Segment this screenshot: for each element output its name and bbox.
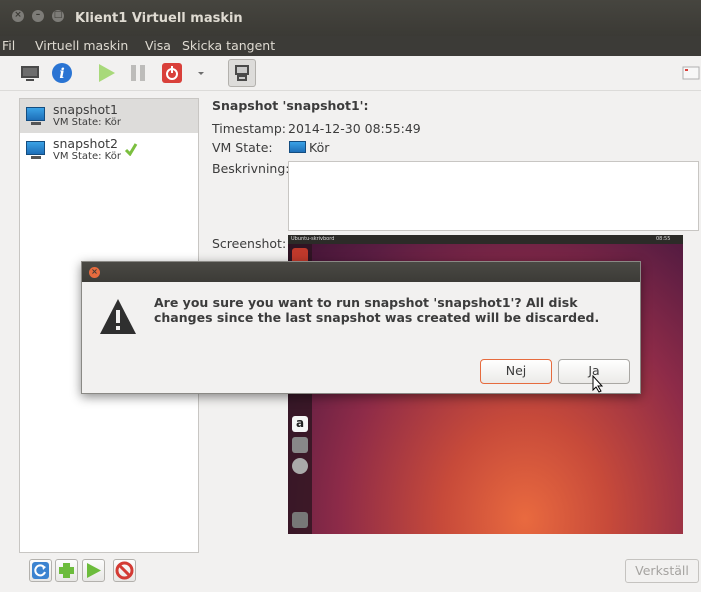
close-icon[interactable]: × — [89, 267, 100, 278]
vm-state-value: Kör — [309, 140, 330, 155]
vm-monitor-icon — [26, 141, 45, 159]
chevron-down-icon[interactable] — [196, 61, 206, 85]
vm-monitor-icon — [26, 107, 45, 125]
timestamp-label: Timestamp: — [212, 121, 286, 136]
screenshot-topbar: Ubuntu-skrivbord 08:55 — [288, 235, 683, 244]
svg-text:i: i — [59, 66, 64, 82]
maximize-window-icon[interactable]: □ — [52, 10, 64, 22]
timestamp-value: 2014-12-30 08:55:49 — [288, 121, 421, 136]
snapshot-name: snapshot1 — [53, 102, 118, 117]
info-icon[interactable]: i — [50, 61, 74, 85]
power-icon[interactable] — [160, 61, 184, 85]
no-button[interactable]: Nej — [480, 359, 552, 384]
menu-skicka-tangent[interactable]: Skicka tangent — [182, 38, 275, 53]
description-label: Beskrivning: — [212, 161, 290, 176]
amazon-icon: a — [292, 416, 308, 432]
list-item[interactable]: snapshot1 VM State: Kör — [20, 99, 198, 133]
pause-icon[interactable] — [126, 61, 150, 85]
bottom-toolbar: Verkställ — [0, 553, 701, 592]
window-title: Klient1 Virtuell maskin — [75, 11, 243, 26]
menu-bar: Fil Virtuell maskin Visa Skicka tangent — [0, 36, 701, 56]
confirm-dialog: × Are you sure you want to run snapshot … — [81, 261, 641, 394]
play-icon[interactable] — [94, 61, 118, 85]
dialog-message: Are you sure you want to run snapshot 's… — [154, 295, 600, 325]
snapshot-state: VM State: Kör — [53, 151, 121, 162]
list-item[interactable]: snapshot2 VM State: Kör — [20, 133, 198, 167]
vm-monitor-icon — [289, 141, 306, 153]
mouse-cursor-icon — [592, 375, 604, 393]
menu-virtuell-maskin[interactable]: Virtuell maskin — [35, 38, 128, 53]
toolbar: i — [0, 56, 701, 91]
minimize-window-icon[interactable]: – — [32, 10, 44, 22]
monitor-icon[interactable] — [18, 61, 42, 85]
checkmark-icon — [124, 143, 138, 156]
screenshot-topbar-title: Ubuntu-skrivbord — [291, 236, 335, 242]
screenshot-topbar-clock: 08:55 — [656, 236, 671, 242]
settings-gear-icon — [292, 437, 308, 453]
add-snapshot-icon[interactable] — [55, 559, 78, 582]
apply-button[interactable]: Verkställ — [625, 559, 699, 583]
snapshot-state: VM State: Kör — [53, 117, 121, 128]
menu-fil[interactable]: Fil — [2, 38, 15, 53]
close-window-icon[interactable]: × — [12, 10, 24, 22]
fullscreen-icon[interactable] — [681, 61, 701, 85]
screenshot-label: Screenshot: — [212, 236, 287, 251]
window-titlebar: × – □ Klient1 Virtuell maskin — [0, 0, 701, 36]
warning-icon — [100, 299, 136, 334]
vm-state-label: VM State: — [212, 140, 273, 155]
snapshots-view-icon[interactable] — [228, 59, 256, 87]
restore-icon[interactable] — [29, 559, 52, 582]
menu-visa[interactable]: Visa — [145, 38, 171, 53]
snapshot-heading: Snapshot 'snapshot1': — [212, 98, 369, 113]
start-icon[interactable] — [82, 559, 105, 582]
disc-icon — [292, 458, 308, 474]
trash-icon — [292, 512, 308, 528]
snapshot-name: snapshot2 — [53, 136, 118, 151]
delete-icon[interactable] — [113, 559, 136, 582]
dialog-titlebar: × — [82, 262, 640, 282]
description-field[interactable] — [288, 161, 699, 231]
